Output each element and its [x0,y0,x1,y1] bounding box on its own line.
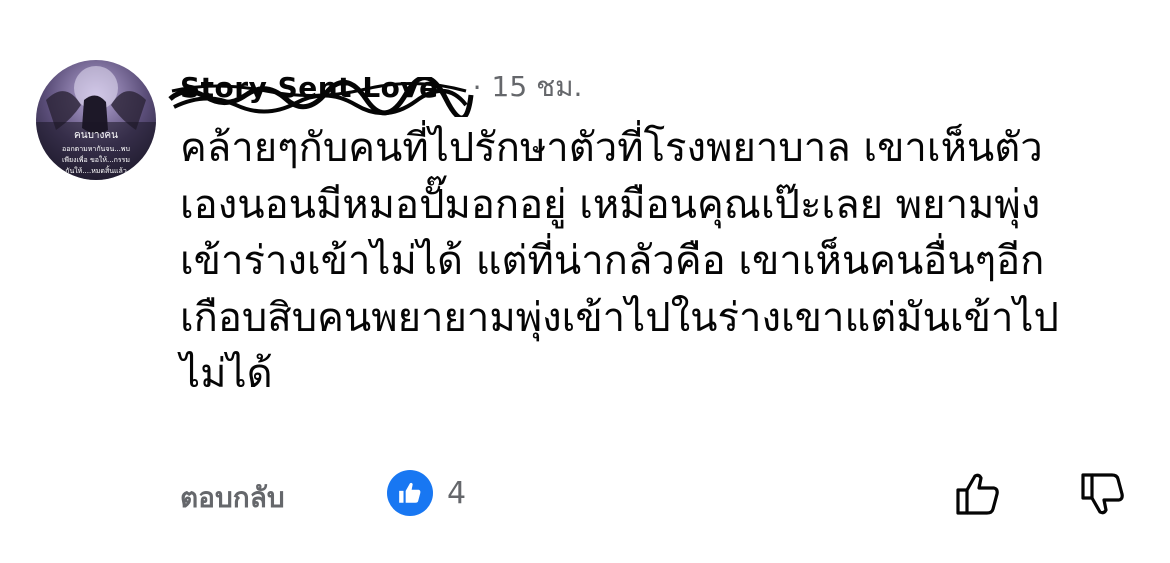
like-reaction-icon [387,470,433,516]
comment-line: เกือบสิบคนพยายามพุ่งเข้าไปในร่างเขาแต่มั… [180,294,1059,341]
comment-line: เข้าร่างเข้าไม่ได้ แต่ที่น่ากลัวคือ เขาเ… [180,238,1045,284]
comment-body: คล้ายๆกับคนที่ไปรักษาตัวที่โรงพยาบาล เขา… [180,120,1130,403]
comment-actions: ตอบกลับ 4 [180,470,1140,520]
timestamp[interactable]: 15 ชม. [492,65,583,109]
avatar-caption-title: คนบางคน [74,130,118,141]
comment-line: ไม่ได้ [180,351,273,397]
avatar-caption-line: เพียงเพื่อ ขอให้...กรรม [62,155,130,164]
thumbs-down-icon[interactable] [1080,472,1126,520]
author-name[interactable]: Story Sent Love [168,70,474,117]
comment-line: คล้ายๆกับคนที่ไปรักษาตัวที่โรงพยาบาล เขา… [180,125,1043,171]
comment-header: Story Sent Love · 15 ชม. [168,62,583,117]
reaction-summary[interactable]: 4 [387,470,466,516]
like-count: 4 [447,475,467,511]
avatar-caption-line: ออกตามหากันจน...พบ [62,145,130,153]
comment-line: เองนอนมีหมอปั๊มอกอยู่ เหมือนคุณเป๊ะเลย พ… [180,181,1041,228]
author-name-text: Story Sent Love [180,70,439,104]
reply-button[interactable]: ตอบกลับ [180,476,285,520]
avatar[interactable]: คนบางคน ออกตามหากันจน...พบ เพียงเพื่อ ขอ… [36,60,156,180]
thumbs-up-icon[interactable] [955,472,1001,520]
separator-dot: · [472,70,482,104]
